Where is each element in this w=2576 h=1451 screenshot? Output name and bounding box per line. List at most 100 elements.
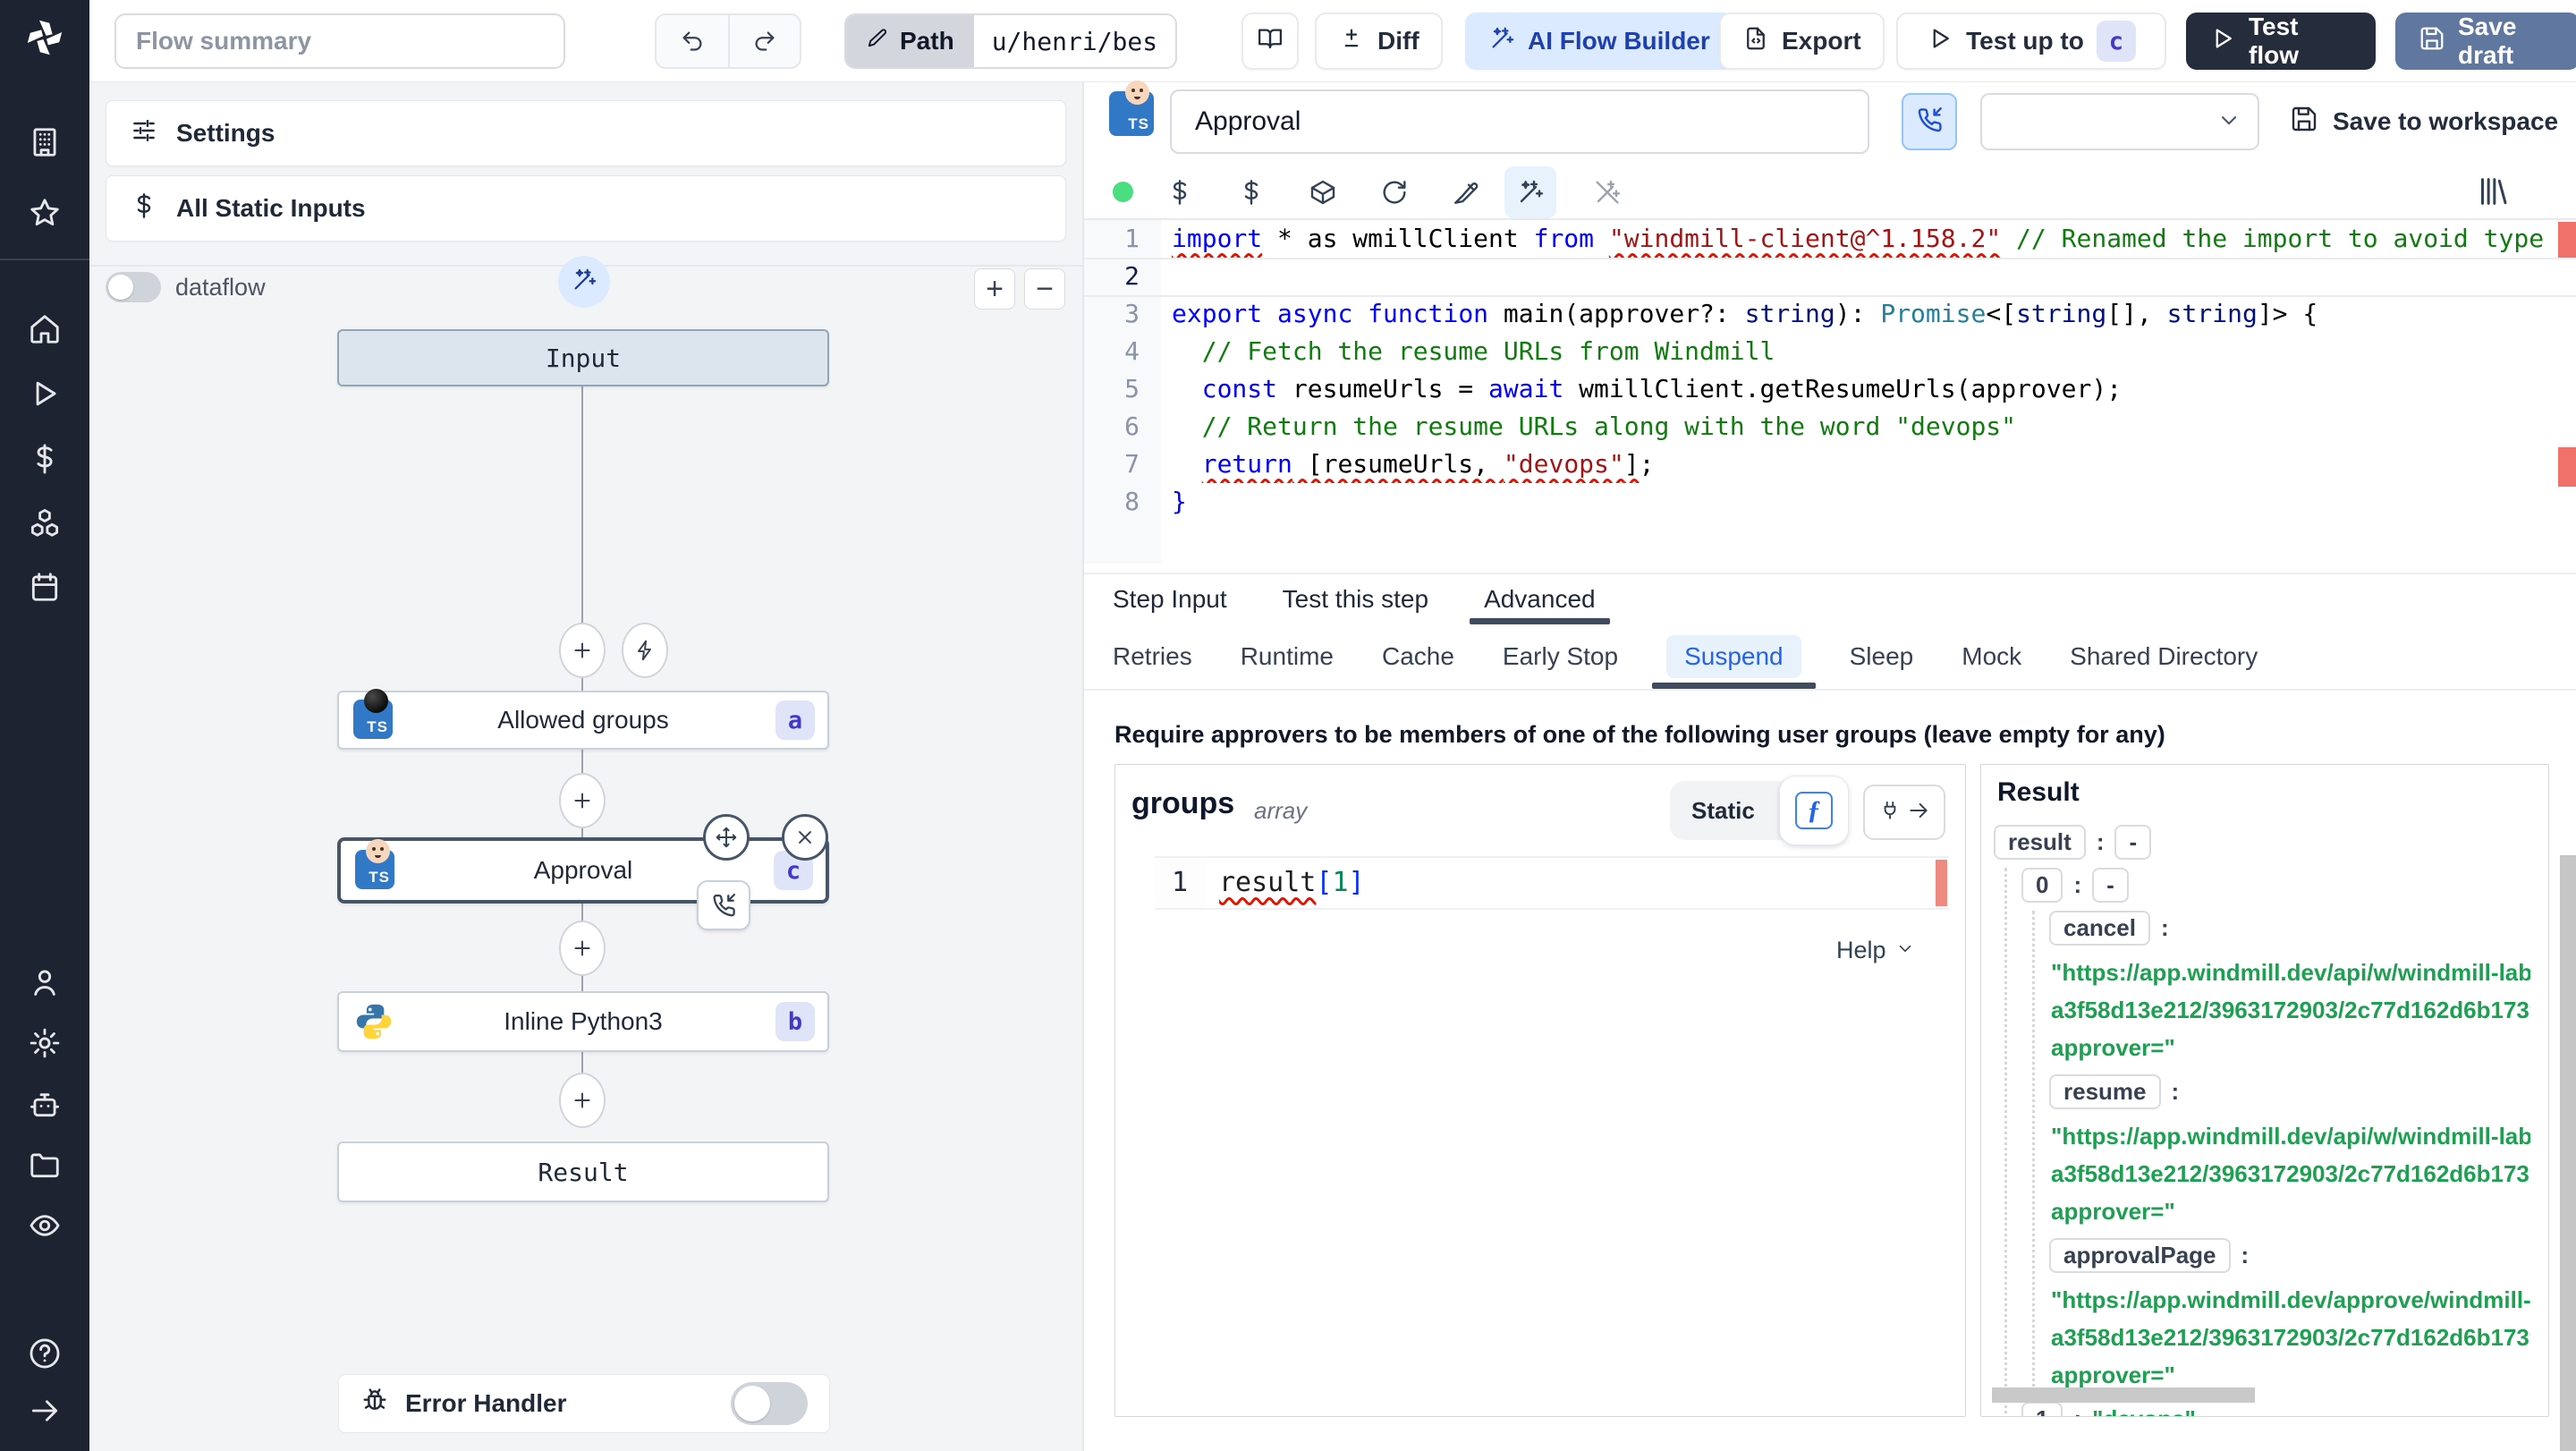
error-handler-toggle[interactable] <box>731 1382 808 1425</box>
step-id-badge: a <box>775 700 815 740</box>
result-key-chip[interactable]: approvalPage <box>2049 1238 2231 1273</box>
workspace-script-select[interactable] <box>1980 93 2259 150</box>
move-step-button[interactable] <box>703 814 750 861</box>
tab-advanced[interactable]: Advanced <box>1470 574 1610 624</box>
sidebar-item-help-circle[interactable] <box>28 1336 62 1370</box>
star-icon <box>30 199 59 226</box>
export-button[interactable]: Export <box>1719 13 1885 70</box>
subtab-early-stop[interactable]: Early Stop <box>1503 624 1618 689</box>
save-draft-button[interactable]: Save draft <box>2395 13 2576 70</box>
editor-tool-dollar-button[interactable] <box>1154 166 1206 218</box>
insert-step-button[interactable] <box>559 623 606 678</box>
sidebar-item-dollar[interactable] <box>28 442 62 476</box>
step-node-label: Inline Python3 <box>504 1007 663 1035</box>
result-tree-row: cancel: <box>2049 911 2530 946</box>
code-editor[interactable]: 1 import * as wmillClient from "windmill-… <box>1084 220 2576 564</box>
subtab-label: Cache <box>1381 642 1454 670</box>
subtab-suspend[interactable]: Suspend <box>1652 624 1816 689</box>
graph-result-node[interactable]: Result <box>337 1141 829 1202</box>
function-mode-button[interactable]: ƒ <box>1779 776 1849 845</box>
graph-input-node[interactable]: Input <box>337 329 829 386</box>
suspend-phone-button[interactable] <box>1902 93 1957 150</box>
code-line: 1 import * as wmillClient from "windmill-… <box>1084 220 2576 258</box>
tab-test-this-step[interactable]: Test this step <box>1283 574 1428 624</box>
help-toggle[interactable]: Help <box>1836 937 1915 964</box>
subtab-shared-directory[interactable]: Shared Directory <box>2070 624 2258 689</box>
sidebar-item-bot[interactable] <box>28 1087 62 1121</box>
path-value[interactable]: u/henri/bes <box>973 15 1176 67</box>
library-icon[interactable] <box>2476 174 2515 213</box>
result-key-chip[interactable]: 1 <box>2021 1402 2063 1416</box>
groups-expression-editor[interactable]: 1 result[1] <box>1155 856 1949 910</box>
page-vertical-scrollbar[interactable] <box>2560 855 2576 1451</box>
tab-step-input[interactable]: Step Input <box>1113 574 1227 624</box>
expression-error-bar <box>1936 860 1947 906</box>
subtab-label: Sleep <box>1849 642 1914 670</box>
editor-tool-wand-off-button[interactable] <box>1581 166 1633 218</box>
editor-tool-rotate-cw-button[interactable] <box>1368 166 1420 218</box>
sidebar-item-user[interactable] <box>28 965 62 999</box>
groups-card: groups array Static ƒ 1 result[1] Help <box>1114 764 1966 1417</box>
sidebar-item-building[interactable] <box>28 125 62 159</box>
result-key-chip[interactable]: result <box>1994 825 2086 860</box>
sidebar-item-arrow-right[interactable] <box>28 1394 62 1428</box>
editor-tool-package-button[interactable] <box>1297 166 1349 218</box>
result-tree-row: approvalPage: <box>2049 1238 2530 1273</box>
result-string-value: "devops" <box>2092 1405 2196 1416</box>
error-ruler-mark <box>2558 222 2576 258</box>
windmill-logo-icon[interactable] <box>23 16 66 59</box>
insert-step-button[interactable] <box>559 1073 606 1128</box>
suspend-step-indicator[interactable] <box>697 880 750 930</box>
result-key-chip[interactable]: resume <box>2049 1074 2161 1109</box>
subtab-runtime[interactable]: Runtime <box>1241 624 1334 689</box>
error-handler-label: Error Handler <box>405 1389 567 1417</box>
result-collapse-chip[interactable]: - <box>2114 825 2152 860</box>
error-handler-row[interactable]: Error Handler <box>338 1374 830 1433</box>
path-button[interactable]: Path <box>846 15 974 67</box>
insert-step-button[interactable] <box>559 773 606 828</box>
step-name-input[interactable] <box>1170 89 1869 154</box>
sidebar-item-star[interactable] <box>28 196 62 230</box>
save-to-workspace-button[interactable]: Save to workspace <box>2290 100 2558 143</box>
sidebar-item-folder[interactable] <box>28 1148 62 1182</box>
result-url-value: "https://app.windmill.dev/approve/windmi… <box>2051 1286 2530 1388</box>
result-key-chip[interactable]: cancel <box>2049 911 2150 946</box>
subtab-label: Shared Directory <box>2070 642 2258 670</box>
editor-tool-dollar-button[interactable] <box>1225 166 1277 218</box>
subtab-mock[interactable]: Mock <box>1962 624 2021 689</box>
result-collapse-chip[interactable]: - <box>2092 868 2129 903</box>
sidebar-item-calendar[interactable] <box>28 570 62 604</box>
dark-emoji-badge <box>364 689 388 713</box>
redo-button[interactable] <box>728 15 800 67</box>
diff-button[interactable]: Diff <box>1315 13 1443 70</box>
ai-flow-builder-button[interactable]: AI Flow Builder <box>1465 13 1733 70</box>
docs-button[interactable] <box>1241 13 1299 70</box>
undo-button[interactable] <box>657 15 728 67</box>
sidebar-item-home[interactable] <box>28 312 62 346</box>
test-up-to-button[interactable]: Test up to c <box>1896 13 2166 70</box>
graph-step-node-a[interactable]: TS Allowed groups a <box>337 689 829 750</box>
sidebar-item-settings[interactable] <box>28 1026 62 1060</box>
all-static-inputs-button[interactable]: All Static Inputs <box>106 175 1066 242</box>
graph-step-node-c[interactable]: TS Approval c <box>337 837 829 904</box>
sidebar-item-boxes[interactable] <box>28 506 62 540</box>
subtab-sleep[interactable]: Sleep <box>1850 624 1914 689</box>
flow-summary-input[interactable] <box>114 13 565 69</box>
connect-input-button[interactable] <box>1863 785 1945 840</box>
editor-tool-brush-button[interactable] <box>1440 166 1492 218</box>
test-flow-button[interactable]: Test flow <box>2186 13 2376 70</box>
subtab-cache[interactable]: Cache <box>1382 624 1454 689</box>
sidebar-item-play[interactable] <box>28 377 62 411</box>
code-text: export async function main(approver?: st… <box>1172 299 2318 328</box>
editor-tool-wand-sparkles-button[interactable] <box>1504 166 1556 218</box>
flow-settings-button[interactable]: Settings <box>106 100 1066 166</box>
graph-step-node-b[interactable]: Inline Python3 b <box>337 991 829 1052</box>
input-node-label: Input <box>545 343 622 373</box>
insert-step-button[interactable] <box>559 921 606 976</box>
result-horizontal-scrollbar[interactable] <box>1992 1387 2255 1403</box>
delete-step-button[interactable] <box>782 814 828 861</box>
add-trigger-button[interactable] <box>622 623 668 678</box>
sidebar-item-eye[interactable] <box>28 1209 62 1243</box>
subtab-retries[interactable]: Retries <box>1113 624 1192 689</box>
result-key-chip[interactable]: 0 <box>2021 868 2063 903</box>
